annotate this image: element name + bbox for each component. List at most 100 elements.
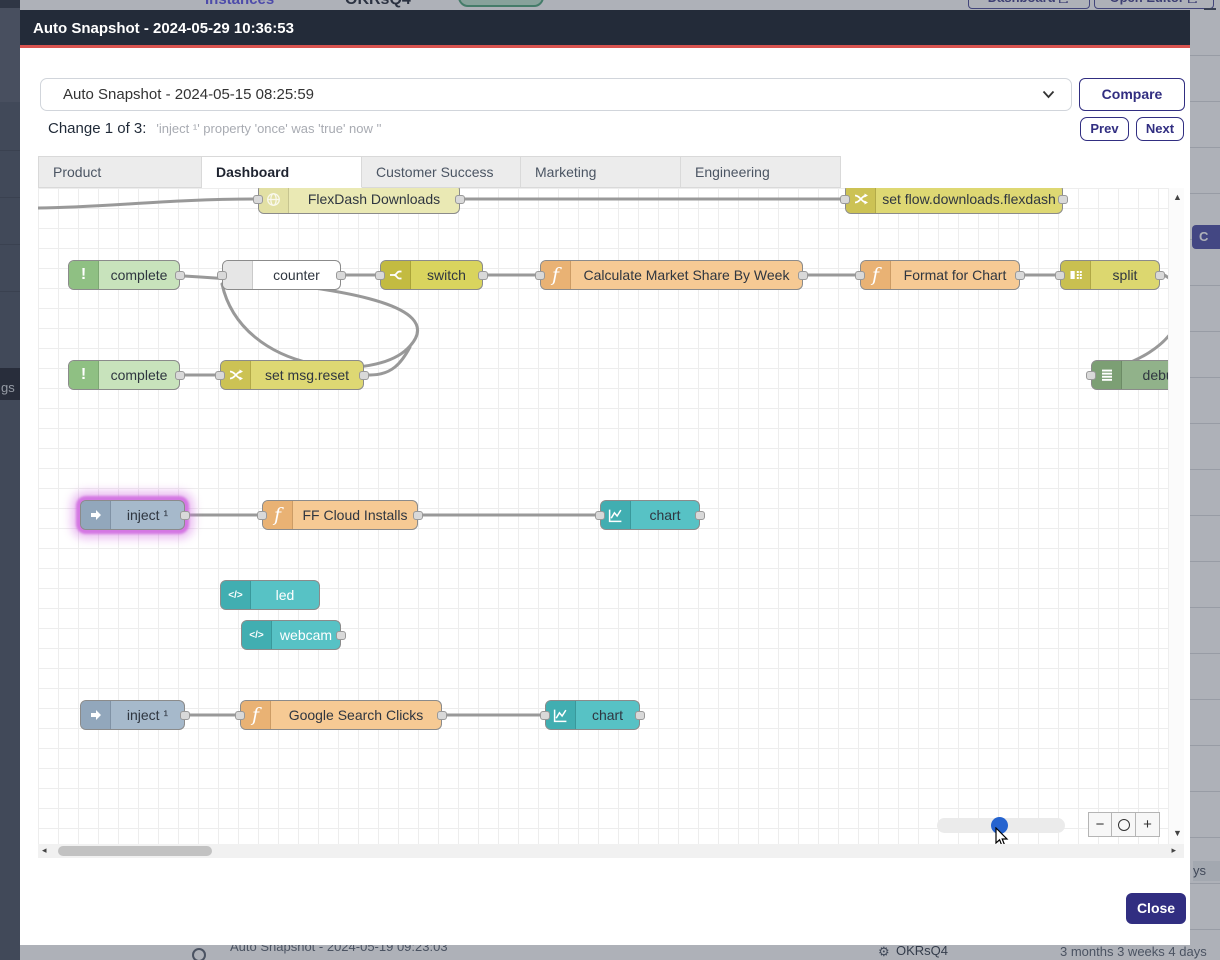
input-port[interactable] bbox=[257, 511, 267, 520]
flow-node-counter[interactable]: counter bbox=[222, 260, 341, 290]
flow-node-inject2[interactable]: inject ¹ bbox=[80, 700, 185, 730]
vertical-scrollbar[interactable]: ▲ ▼ bbox=[1168, 188, 1184, 844]
flow-node-chart2[interactable]: chart bbox=[545, 700, 640, 730]
zoom-reset-button[interactable] bbox=[1112, 812, 1136, 837]
input-port[interactable] bbox=[253, 195, 263, 204]
tab-customer-success[interactable]: Customer Success bbox=[362, 156, 521, 188]
modal-header: Auto Snapshot - 2024-05-29 10:36:53 bbox=[20, 10, 1190, 48]
flow-node-complete1[interactable]: !complete bbox=[68, 260, 180, 290]
tab-marketing[interactable]: Marketing bbox=[521, 156, 681, 188]
output-port[interactable] bbox=[478, 271, 488, 280]
output-port[interactable] bbox=[1155, 271, 1165, 280]
change-row: Change 1 of 3: 'inject ¹' property 'once'… bbox=[48, 120, 381, 137]
flow-canvas[interactable]: FlexDash Downloads set flow.downloads.fle… bbox=[38, 188, 1168, 844]
flow-node-webcam[interactable]: </>webcam bbox=[241, 620, 341, 650]
input-port[interactable] bbox=[1086, 371, 1096, 380]
output-port[interactable] bbox=[180, 711, 190, 720]
node-label: Format for Chart bbox=[891, 261, 1019, 289]
close-button[interactable]: Close bbox=[1126, 893, 1186, 924]
output-port[interactable] bbox=[1058, 195, 1068, 204]
node-label: led bbox=[251, 581, 319, 609]
node-label: FF Cloud Installs bbox=[293, 501, 417, 529]
change-icon bbox=[221, 361, 251, 389]
change-description: 'inject ¹' property 'once' was 'true' no… bbox=[156, 121, 381, 136]
output-port[interactable] bbox=[336, 631, 346, 640]
horizontal-scroll-thumb[interactable] bbox=[58, 846, 212, 856]
debug-icon bbox=[1092, 361, 1122, 389]
input-port[interactable] bbox=[235, 711, 245, 720]
flow-node-led[interactable]: </>led bbox=[220, 580, 320, 610]
horizontal-scrollbar[interactable]: ◂ ▸ bbox=[38, 844, 1184, 858]
chart-icon bbox=[546, 701, 576, 729]
output-port[interactable] bbox=[635, 711, 645, 720]
input-port[interactable] bbox=[375, 271, 385, 280]
flow-node-format[interactable]: fFormat for Chart bbox=[860, 260, 1020, 290]
node-label: split bbox=[1091, 261, 1159, 289]
zoom-in-button[interactable]: + bbox=[1136, 812, 1160, 837]
input-port[interactable] bbox=[1055, 271, 1065, 280]
function-icon: f bbox=[541, 261, 571, 289]
output-port[interactable] bbox=[336, 271, 346, 280]
flow-node-google[interactable]: fGoogle Search Clicks bbox=[240, 700, 442, 730]
prev-button[interactable]: Prev bbox=[1080, 117, 1129, 141]
tab-engineering[interactable]: Engineering bbox=[681, 156, 841, 188]
flow-node-switch[interactable]: switch bbox=[380, 260, 483, 290]
input-port[interactable] bbox=[535, 271, 545, 280]
flow-node-ffcloud[interactable]: fFF Cloud Installs bbox=[262, 500, 418, 530]
flow-node-setflex[interactable]: set flow.downloads.flexdash bbox=[845, 188, 1063, 214]
flow-node-calc[interactable]: fCalculate Market Share By Week bbox=[540, 260, 803, 290]
output-port[interactable] bbox=[695, 511, 705, 520]
zoom-reset-circle-icon bbox=[1118, 819, 1130, 831]
flow-node-debug[interactable]: debug bbox=[1091, 360, 1168, 390]
complete-icon: ! bbox=[69, 261, 99, 289]
node-label: switch bbox=[411, 261, 482, 289]
input-port[interactable] bbox=[540, 711, 550, 720]
output-port[interactable] bbox=[798, 271, 808, 280]
output-port[interactable] bbox=[175, 371, 185, 380]
blank-icon bbox=[223, 261, 253, 289]
flow-node-inject1[interactable]: inject ¹ bbox=[80, 500, 185, 530]
output-port[interactable] bbox=[180, 511, 190, 520]
node-label: Google Search Clicks bbox=[271, 701, 441, 729]
flow-node-split[interactable]: split bbox=[1060, 260, 1160, 290]
node-label: inject ¹ bbox=[111, 701, 184, 729]
node-label: Calculate Market Share By Week bbox=[571, 261, 802, 289]
screen: gs Instances OKRsQ4 Dashboard Open Edito… bbox=[0, 0, 1220, 960]
scroll-right-icon[interactable]: ▸ bbox=[1171, 845, 1176, 856]
wire bbox=[38, 199, 254, 208]
output-port[interactable] bbox=[437, 711, 447, 720]
flow-node-chart1[interactable]: chart bbox=[600, 500, 700, 530]
scroll-left-icon[interactable]: ◂ bbox=[42, 845, 47, 856]
compare-button[interactable]: Compare bbox=[1079, 78, 1185, 111]
output-port[interactable] bbox=[175, 271, 185, 280]
node-label: webcam bbox=[272, 621, 340, 649]
tab-product[interactable]: Product bbox=[38, 156, 202, 188]
chevron-down-icon bbox=[1042, 90, 1055, 99]
zoom-out-button[interactable]: − bbox=[1088, 812, 1112, 837]
node-label: chart bbox=[631, 501, 699, 529]
flow-node-setreset[interactable]: set msg.reset bbox=[220, 360, 364, 390]
input-port[interactable] bbox=[840, 195, 850, 204]
input-port[interactable] bbox=[855, 271, 865, 280]
flow-node-flexdash[interactable]: FlexDash Downloads bbox=[258, 188, 460, 214]
output-port[interactable] bbox=[455, 195, 465, 204]
output-port[interactable] bbox=[413, 511, 423, 520]
function-icon: f bbox=[241, 701, 271, 729]
next-button[interactable]: Next bbox=[1136, 117, 1184, 141]
modal-title: Auto Snapshot - 2024-05-29 10:36:53 bbox=[33, 10, 1190, 48]
node-label: complete bbox=[99, 261, 179, 289]
flow-node-complete2[interactable]: !complete bbox=[68, 360, 180, 390]
snapshot-select[interactable]: Auto Snapshot - 2024-05-15 08:25:59 bbox=[40, 78, 1072, 111]
code-icon: </> bbox=[221, 581, 251, 609]
input-port[interactable] bbox=[215, 371, 225, 380]
scroll-down-icon[interactable]: ▼ bbox=[1173, 828, 1182, 838]
input-port[interactable] bbox=[595, 511, 605, 520]
tab-dashboard[interactable]: Dashboard bbox=[202, 156, 362, 188]
output-port[interactable] bbox=[359, 371, 369, 380]
output-port[interactable] bbox=[1015, 271, 1025, 280]
scroll-up-icon[interactable]: ▲ bbox=[1173, 192, 1182, 202]
input-port[interactable] bbox=[217, 271, 227, 280]
change-counter: Change 1 of 3: bbox=[48, 120, 146, 137]
node-label: complete bbox=[99, 361, 179, 389]
flow-tabs: ProductDashboardCustomer SuccessMarketin… bbox=[38, 156, 841, 188]
